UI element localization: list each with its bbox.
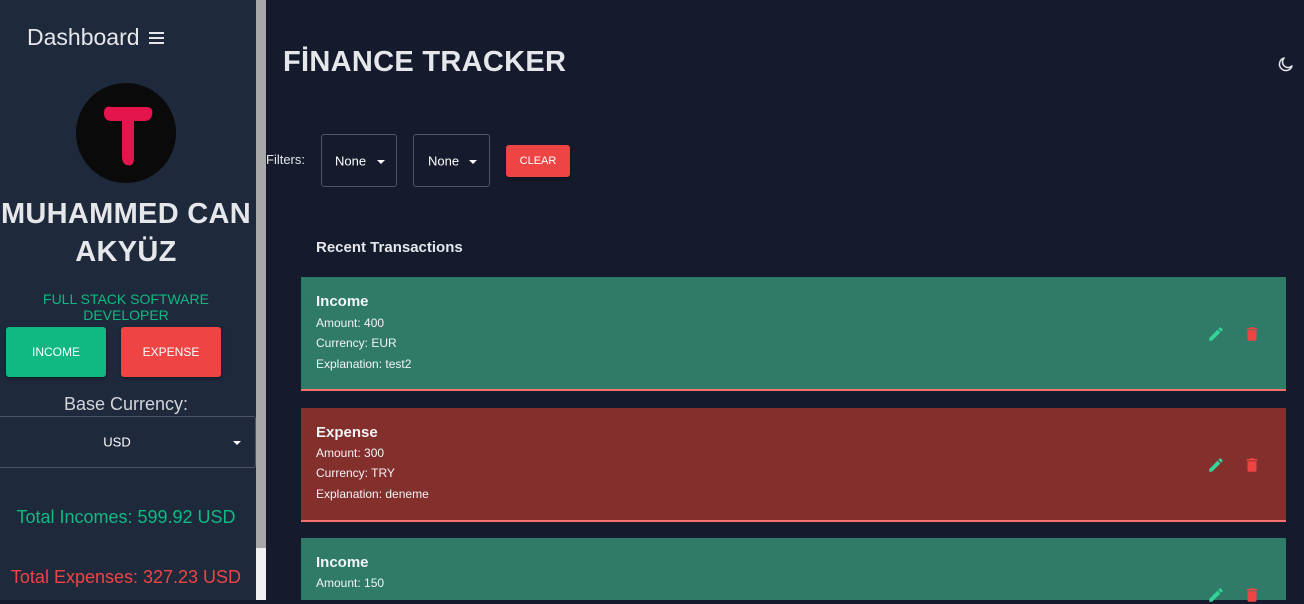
chevron-down-icon — [469, 159, 477, 164]
filter-currency-select[interactable]: None — [413, 134, 490, 187]
filter-type-value: None — [335, 153, 367, 168]
filter-currency-value: None — [428, 153, 460, 168]
delete-icon[interactable] — [1243, 456, 1261, 474]
filters-label: Filters: — [266, 152, 305, 167]
total-incomes: Total Incomes: 599.92 USD — [16, 507, 236, 527]
edit-icon[interactable] — [1207, 325, 1225, 343]
logo-icon — [104, 106, 153, 166]
transaction-card: Income Amount: 400 Currency: EUR Explana… — [301, 277, 1286, 391]
user-name: MUHAMMED CAN AKYÜZ — [0, 198, 252, 268]
dashboard-header: Dashboard — [27, 24, 164, 51]
income-button[interactable]: INCOME — [6, 327, 106, 377]
moon-icon[interactable] — [1277, 55, 1295, 73]
page-title: FİNANCE TRACKER — [283, 46, 567, 78]
transaction-actions — [1207, 586, 1261, 604]
transaction-explanation: Explanation: test2 — [316, 357, 412, 371]
transaction-actions — [1207, 325, 1261, 343]
transaction-currency: Currency: TRY — [316, 466, 395, 480]
transaction-type: Income — [316, 293, 369, 310]
recent-transactions-title: Recent Transactions — [316, 239, 463, 256]
edit-icon[interactable] — [1207, 586, 1225, 604]
base-currency-label: Base Currency: — [63, 394, 189, 414]
sidebar: Dashboard MUHAMMED CAN AKYÜZ FULL STACK … — [0, 0, 256, 600]
sidebar-scrollbar-thumb[interactable] — [256, 0, 266, 548]
chevron-down-icon — [233, 441, 241, 445]
base-currency-value: USD — [103, 434, 131, 450]
delete-icon[interactable] — [1243, 586, 1261, 604]
transaction-amount: Amount: 400 — [316, 316, 385, 330]
edit-icon[interactable] — [1207, 456, 1225, 474]
dashboard-title: Dashboard — [27, 24, 140, 50]
sidebar-scrollbar[interactable] — [256, 0, 266, 600]
avatar — [76, 83, 176, 183]
transaction-actions — [1207, 456, 1261, 474]
menu-icon[interactable] — [148, 31, 164, 44]
transaction-type: Expense — [316, 424, 378, 441]
clear-button[interactable]: CLEAR — [506, 145, 570, 177]
user-role: FULL STACK SOFTWARE DEVELOPER — [43, 291, 209, 323]
chevron-down-icon — [377, 159, 385, 164]
transaction-currency: Currency: EUR — [316, 336, 397, 350]
transaction-explanation: Explanation: deneme — [316, 487, 429, 501]
expense-button[interactable]: EXPENSE — [121, 327, 221, 377]
filter-type-select[interactable]: None — [321, 134, 397, 187]
base-currency-select[interactable]: USD — [0, 416, 256, 468]
total-expenses: Total Expenses: 327.23 USD — [10, 567, 242, 587]
transaction-card: Expense Amount: 300 Currency: TRY Explan… — [301, 408, 1286, 522]
transaction-amount: Amount: 150 — [316, 576, 385, 590]
transaction-type: Income — [316, 554, 369, 571]
transaction-amount: Amount: 300 — [316, 446, 385, 460]
transaction-card: Income Amount: 150 — [301, 538, 1286, 602]
delete-icon[interactable] — [1243, 325, 1261, 343]
